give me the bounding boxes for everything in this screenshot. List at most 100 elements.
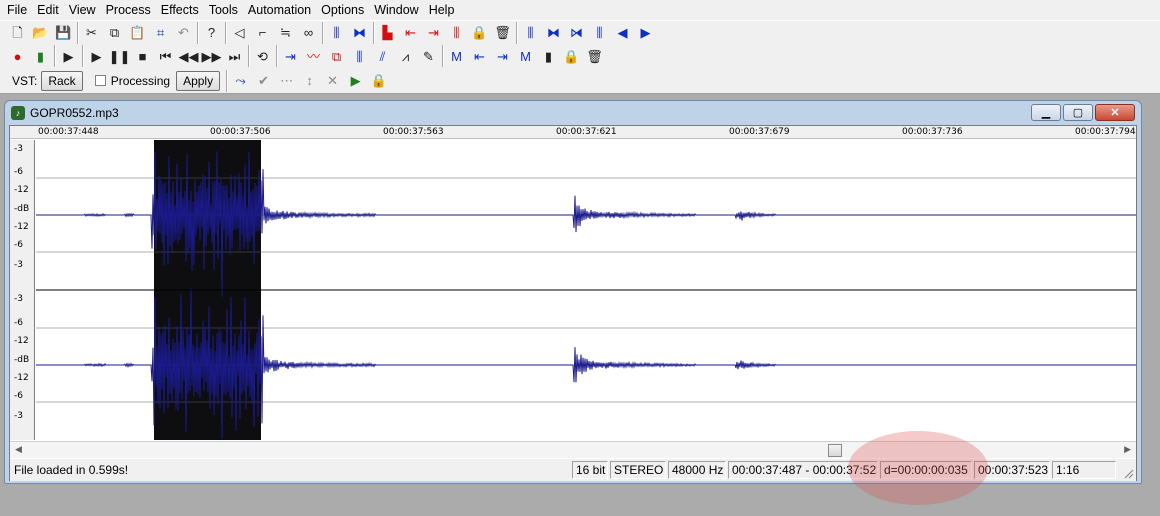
vst-play-icon[interactable]: ▶ — [344, 70, 367, 92]
cut-icon[interactable]: ✂ — [80, 22, 103, 44]
processing-label: Processing — [110, 73, 171, 88]
envelope-icon[interactable]: 〰 — [302, 45, 325, 67]
processing-checkbox-group[interactable]: Processing — [94, 73, 171, 88]
resize-grip-icon[interactable] — [1124, 469, 1134, 479]
scroll-right-icon[interactable]: ▶ — [1124, 444, 1131, 455]
fast-forward-icon[interactable]: ▶▶ — [200, 45, 223, 67]
close-icon: ✕ — [1110, 107, 1120, 119]
marker-left-icon[interactable]: ⇤ — [399, 22, 422, 44]
marker-wave-icon[interactable]: ⫼ — [445, 22, 468, 44]
menu-tools[interactable]: Tools — [204, 0, 243, 20]
speaker-icon[interactable]: ◁ — [228, 22, 251, 44]
crop-icon[interactable]: ⌗ — [149, 22, 172, 44]
db-label: -3 — [14, 411, 23, 421]
normalize-icon[interactable]: ⫼ — [325, 22, 348, 44]
menu-options[interactable]: Options — [316, 0, 369, 20]
undo-icon[interactable]: ↶ — [172, 22, 195, 44]
copy-icon[interactable]: ⧉ — [103, 22, 126, 44]
delete-x-icon[interactable]: ✕ — [321, 70, 344, 92]
menu-process[interactable]: Process — [101, 0, 156, 20]
marker-right-icon[interactable]: ⇥ — [422, 22, 445, 44]
vst-toolbar: VST: Rack Processing Apply ⤳ ✔ ⋯ ↕ ✕ ▶ 🔒 — [0, 68, 1160, 94]
menu-effects[interactable]: Effects — [156, 0, 204, 20]
go-end-icon[interactable]: ⏭ — [223, 45, 246, 67]
go-start-icon[interactable]: ⏮ — [154, 45, 177, 67]
marker-m-icon[interactable]: M — [445, 45, 468, 67]
audio-window: ♪ GOPR0552.mp3 ▁ ▢ ✕ 00:00:37:448 00:00:3… — [4, 100, 1142, 484]
menu-automation[interactable]: Automation — [243, 0, 316, 20]
vst-lock-icon[interactable]: 🔒 — [367, 70, 390, 92]
bit-depth-field: 16 bit — [572, 461, 608, 479]
waveform-canvas[interactable] — [36, 140, 1136, 440]
region-expand-icon[interactable]: ⫼ — [588, 22, 611, 44]
loop-icon[interactable]: ⟲ — [251, 45, 274, 67]
route-icon[interactable]: ⌐ — [251, 22, 274, 44]
caption-buttons: ▁ ▢ ✕ — [1029, 104, 1135, 121]
play-from-start-icon[interactable]: ▶ — [57, 45, 80, 67]
menu-file[interactable]: File — [2, 0, 32, 20]
annotation-highlight — [848, 431, 988, 505]
pencil-icon[interactable]: ✎ — [417, 45, 440, 67]
record-icon[interactable]: ● — [6, 45, 29, 67]
lock-icon[interactable]: 🔒 — [468, 22, 491, 44]
channels-field: STEREO — [610, 461, 666, 479]
region-next-icon[interactable]: ▶ — [634, 22, 657, 44]
processing-checkbox[interactable] — [94, 75, 106, 86]
play-icon[interactable]: ▶ — [85, 45, 108, 67]
crossfade-icon[interactable]: ⩘ — [394, 45, 417, 67]
region-wave-icon[interactable]: ⫼ — [519, 22, 542, 44]
open-folder-icon[interactable]: 📂 — [29, 22, 52, 44]
scroll-left-icon[interactable]: ◀ — [15, 444, 22, 455]
db-label: -12 — [14, 185, 29, 195]
zoom-field: 1:16 — [1052, 461, 1116, 479]
menu-help[interactable]: Help — [424, 0, 460, 20]
stop-icon[interactable]: ■ — [131, 45, 154, 67]
db-label: -12 — [14, 336, 29, 346]
apply-button[interactable]: Apply — [176, 70, 221, 91]
updown-icon[interactable]: ↕ — [298, 70, 321, 92]
insert-icon[interactable]: ⇥ — [279, 45, 302, 67]
dots-icon[interactable]: ⋯ — [275, 70, 298, 92]
stretch-icon[interactable]: ⧓ — [348, 22, 371, 44]
maximize-button[interactable]: ▢ — [1063, 104, 1093, 121]
minimize-button[interactable]: ▁ — [1031, 104, 1061, 121]
db-label: -6 — [14, 318, 23, 328]
marker-trash-icon[interactable]: 🗑 — [583, 45, 606, 67]
region-join-icon[interactable]: ⧒ — [565, 22, 588, 44]
copy-region-icon[interactable]: ⧉ — [325, 45, 348, 67]
trash-icon[interactable]: 🗑 — [491, 22, 514, 44]
marker-m-in-icon[interactable]: M — [514, 45, 537, 67]
maximize-icon: ▢ — [1072, 107, 1084, 119]
help-icon[interactable]: ? — [200, 22, 223, 44]
paste-icon[interactable]: 📋 — [126, 22, 149, 44]
marker-m-right-icon[interactable]: ⇥ — [491, 45, 514, 67]
menu-view[interactable]: View — [64, 0, 101, 20]
link-icon[interactable]: ∞ — [297, 22, 320, 44]
curve-icon[interactable]: ⤳ — [229, 70, 252, 92]
toolbar-group: ✂ ⧉ 📋 ⌗ ↶ — [77, 21, 197, 44]
region-prev-icon[interactable]: ◀ — [611, 22, 634, 44]
marker-lock-icon[interactable]: 🔒 — [560, 45, 583, 67]
check-icon[interactable]: ✔ — [252, 70, 275, 92]
rewind-icon[interactable]: ◀◀ — [177, 45, 200, 67]
db-label: -dB — [14, 204, 30, 214]
marker-m-left-icon[interactable]: ⇤ — [468, 45, 491, 67]
close-button[interactable]: ✕ — [1095, 104, 1135, 121]
menu-edit[interactable]: Edit — [32, 0, 64, 20]
time-ruler[interactable]: 00:00:37:448 00:00:37:506 00:00:37:563 00:0… — [10, 126, 1136, 139]
menu-window[interactable]: Window — [369, 0, 423, 20]
new-file-icon[interactable]: 🗋 — [6, 22, 29, 44]
pause-icon[interactable]: ❚❚ — [108, 45, 131, 67]
save-icon[interactable]: 💾 — [52, 22, 75, 44]
trim-icon[interactable]: ⫽ — [371, 45, 394, 67]
split-icon[interactable]: ≒ — [274, 22, 297, 44]
marker-icon[interactable]: ▙ — [376, 22, 399, 44]
toolbar-group: ▶ ❚❚ ■ ⏮ ◀◀ ▶▶ ⏭ — [82, 45, 248, 67]
scroll-thumb[interactable] — [828, 444, 842, 457]
window-titlebar[interactable]: ♪ GOPR0552.mp3 ▁ ▢ ✕ — [5, 101, 1141, 125]
record-meter-icon[interactable]: ▮ — [29, 45, 52, 67]
mix-icon[interactable]: ⫼ — [348, 45, 371, 67]
marker-select-icon[interactable]: ▮ — [537, 45, 560, 67]
region-split-icon[interactable]: ⧓ — [542, 22, 565, 44]
rack-button[interactable]: Rack — [41, 70, 83, 91]
